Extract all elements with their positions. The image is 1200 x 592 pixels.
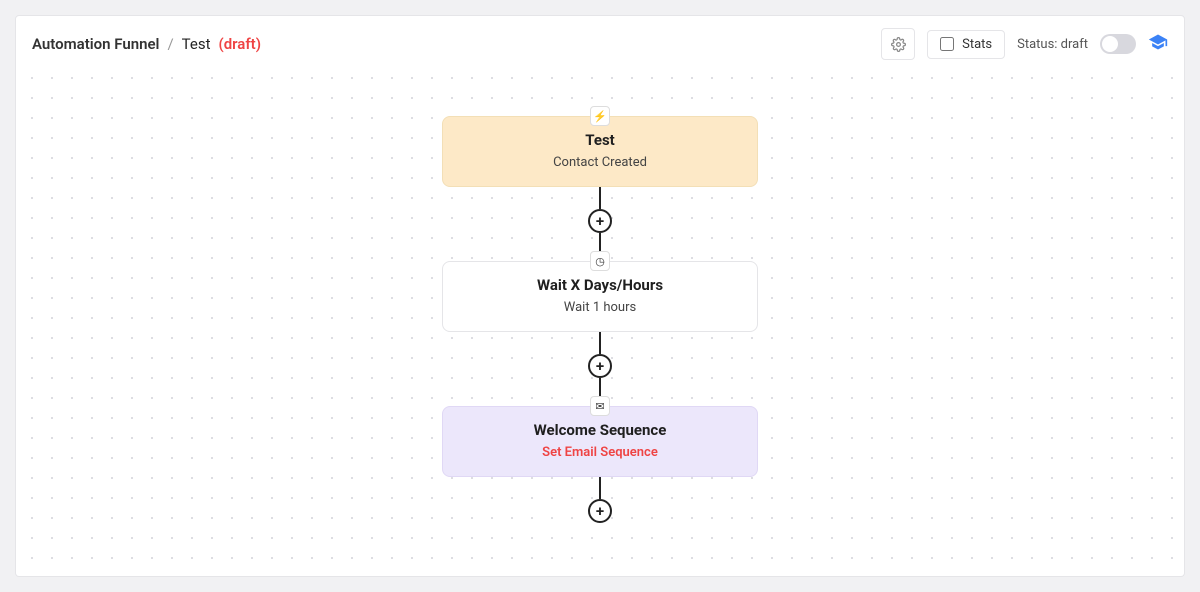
- stats-label: Stats: [962, 37, 992, 52]
- flow-container: ⚡ Test Contact Created + ◷ Wait X Days/H…: [16, 62, 1184, 523]
- breadcrumb: Automation Funnel / Test (draft): [32, 35, 261, 53]
- connector-line: [599, 187, 601, 209]
- action-subtitle: Set Email Sequence: [453, 445, 747, 460]
- breadcrumb-status: (draft): [218, 35, 261, 53]
- lightning-icon: ⚡: [590, 106, 610, 126]
- wait-subtitle: Wait 1 hours: [453, 300, 747, 315]
- connector-line: [599, 332, 601, 354]
- add-step-button[interactable]: +: [588, 354, 612, 378]
- breadcrumb-root[interactable]: Automation Funnel: [32, 35, 159, 53]
- clock-icon: ◷: [590, 251, 610, 271]
- wait-title: Wait X Days/Hours: [453, 276, 747, 294]
- stats-toggle[interactable]: Stats: [927, 30, 1005, 59]
- status-label: Status: draft: [1017, 37, 1088, 52]
- connector-line: [599, 477, 601, 499]
- publish-toggle[interactable]: [1100, 34, 1136, 54]
- breadcrumb-name: Test: [182, 35, 211, 53]
- add-step-button[interactable]: +: [588, 209, 612, 233]
- gear-icon: [891, 37, 906, 52]
- trigger-title: Test: [453, 131, 747, 149]
- header-actions: Stats Status: draft: [881, 28, 1168, 60]
- action-node[interactable]: ✉ Welcome Sequence Set Email Sequence: [442, 406, 758, 477]
- action-title: Welcome Sequence: [453, 421, 747, 439]
- flow-canvas[interactable]: ⚡ Test Contact Created + ◷ Wait X Days/H…: [15, 62, 1185, 577]
- help-button[interactable]: [1148, 32, 1168, 56]
- trigger-subtitle: Contact Created: [453, 155, 747, 170]
- breadcrumb-separator: /: [167, 35, 173, 53]
- email-icon: ✉: [590, 396, 610, 416]
- graduation-cap-icon: [1148, 32, 1168, 52]
- trigger-node[interactable]: ⚡ Test Contact Created: [442, 116, 758, 187]
- wait-node[interactable]: ◷ Wait X Days/Hours Wait 1 hours: [442, 261, 758, 332]
- stats-checkbox[interactable]: [940, 37, 954, 51]
- add-step-button[interactable]: +: [588, 499, 612, 523]
- settings-button[interactable]: [881, 28, 915, 60]
